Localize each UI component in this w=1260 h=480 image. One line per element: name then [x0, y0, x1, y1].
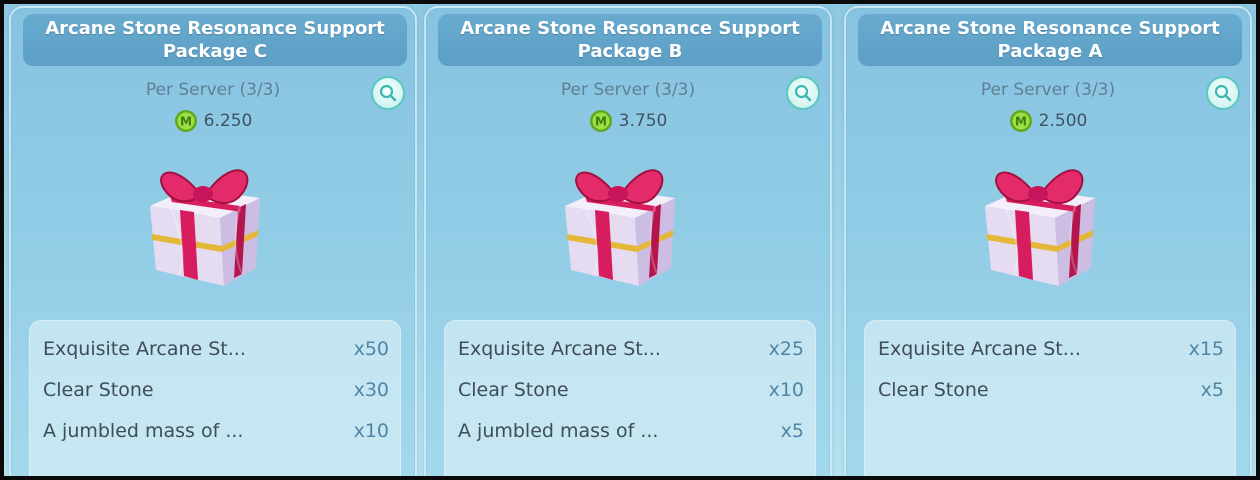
price-value: 3.750 — [618, 111, 668, 131]
rewards-list: Exquisite Arcane St... x15 Clear Stone x… — [864, 320, 1236, 476]
purchase-limit: Per Server (3/3) — [980, 80, 1116, 100]
package-card-a[interactable]: Arcane Stone Resonance Support Package A… — [844, 6, 1252, 476]
list-item: Clear Stone x5 — [878, 375, 1224, 405]
item-name: Exquisite Arcane St... — [878, 338, 1081, 360]
price-row: M 6.250 — [11, 109, 415, 133]
package-card-c[interactable]: Arcane Stone Resonance Support Package C… — [9, 6, 417, 476]
svg-text:M: M — [595, 115, 607, 129]
rewards-list: Exquisite Arcane St... x50 Clear Stone x… — [29, 320, 401, 476]
magnifier-icon — [379, 84, 397, 102]
package-title: Arcane Stone Resonance Support Package C — [23, 14, 407, 66]
list-item: Clear Stone x10 — [458, 375, 804, 405]
purchase-limit: Per Server (3/3) — [560, 80, 696, 100]
item-quantity: x30 — [353, 379, 389, 401]
list-item: A jumbled mass of ... x10 — [43, 416, 389, 446]
gift-box-icon — [565, 169, 675, 286]
magnifier-icon — [1214, 84, 1232, 102]
item-quantity: x5 — [1200, 379, 1224, 401]
item-quantity: x50 — [353, 338, 389, 360]
package-title: Arcane Stone Resonance Support Package B — [438, 14, 822, 66]
m-coin-icon: M — [174, 110, 197, 132]
item-quantity: x25 — [768, 338, 804, 360]
list-item: Clear Stone x30 — [43, 375, 389, 405]
m-coin-icon: M — [1009, 110, 1032, 132]
item-quantity: x15 — [1188, 338, 1224, 360]
m-coin-icon: M — [589, 110, 612, 132]
list-item: Exquisite Arcane St... x50 — [43, 334, 389, 364]
item-name: Clear Stone — [458, 379, 569, 401]
price-row: M 3.750 — [426, 109, 830, 133]
svg-text:M: M — [1015, 115, 1027, 129]
item-name: Clear Stone — [43, 379, 154, 401]
package-title: Arcane Stone Resonance Support Package A — [858, 14, 1242, 66]
list-item: Exquisite Arcane St... x15 — [878, 334, 1224, 364]
svg-text:M: M — [180, 115, 192, 129]
price-value: 2.500 — [1038, 111, 1088, 131]
list-item: Exquisite Arcane St... x25 — [458, 334, 804, 364]
price-value: 6.250 — [203, 111, 253, 131]
gift-box-icon — [150, 169, 260, 286]
rewards-list: Exquisite Arcane St... x25 Clear Stone x… — [444, 320, 816, 476]
price-row: M 2.500 — [846, 109, 1250, 133]
item-name: Clear Stone — [878, 379, 989, 401]
item-quantity: x10 — [768, 379, 804, 401]
purchase-limit: Per Server (3/3) — [145, 80, 281, 100]
item-quantity: x5 — [780, 420, 804, 442]
item-name: Exquisite Arcane St... — [458, 338, 661, 360]
item-quantity: x10 — [353, 420, 389, 442]
inspect-button[interactable] — [786, 76, 820, 110]
inspect-button[interactable] — [1206, 76, 1240, 110]
package-card-b[interactable]: Arcane Stone Resonance Support Package B… — [424, 6, 832, 476]
inspect-button[interactable] — [371, 76, 405, 110]
list-item: A jumbled mass of ... x5 — [458, 416, 804, 446]
item-name: Exquisite Arcane St... — [43, 338, 246, 360]
shop-panel: Arcane Stone Resonance Support Package C… — [4, 4, 1256, 476]
item-name: A jumbled mass of ... — [43, 420, 244, 442]
item-name: A jumbled mass of ... — [458, 420, 659, 442]
magnifier-icon — [794, 84, 812, 102]
gift-box-icon — [985, 169, 1095, 286]
